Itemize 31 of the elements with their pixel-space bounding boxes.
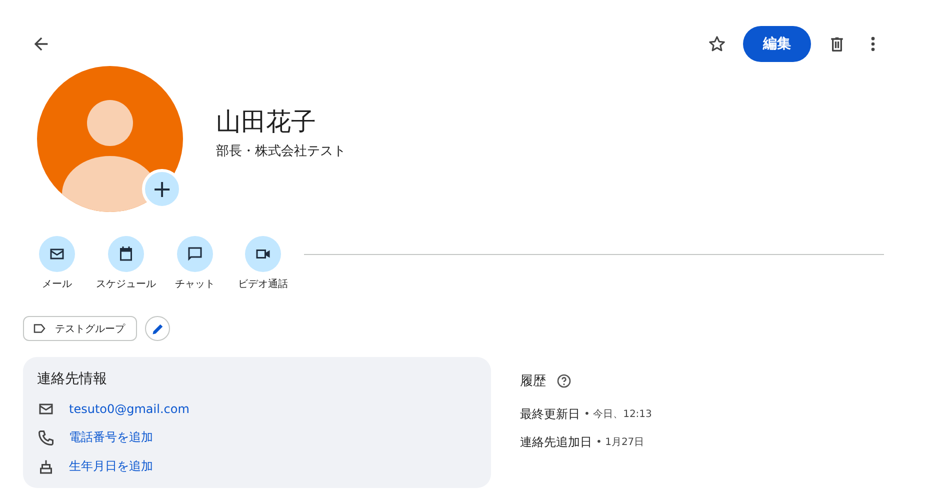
- cake-icon: [37, 458, 55, 476]
- history-title: 履歴: [520, 373, 546, 390]
- edit-button[interactable]: 編集: [743, 26, 811, 62]
- action-label: チャット: [175, 278, 215, 291]
- label-icon: [32, 321, 47, 336]
- history-label: 連絡先追加日: [520, 434, 592, 450]
- label-chip[interactable]: テストグループ: [23, 316, 137, 341]
- mail-action-button[interactable]: [39, 236, 75, 272]
- contact-link[interactable]: tesuto0@gmail.com: [69, 402, 190, 416]
- action-label: スケジュール: [96, 278, 156, 291]
- pencil-icon: [150, 322, 164, 336]
- action-label: ビデオ通話: [238, 278, 288, 291]
- contact-link[interactable]: 生年月日を追加: [69, 458, 153, 475]
- add-photo-button[interactable]: +: [142, 169, 182, 209]
- contact-name: 山田花子: [216, 106, 317, 138]
- video-action-button[interactable]: [245, 236, 281, 272]
- help-icon[interactable]: [556, 373, 572, 389]
- calendar-action-button[interactable]: [108, 236, 144, 272]
- history-label: 最終更新日: [520, 406, 580, 422]
- star-icon[interactable]: [707, 34, 727, 54]
- history-value: • 今日、12:13: [584, 408, 652, 421]
- action-label: メール: [42, 278, 72, 291]
- phone-icon: [37, 428, 55, 446]
- contact-subtitle: 部長・株式会社テスト: [216, 143, 346, 160]
- calendar-icon: [117, 245, 135, 263]
- chat-action-button[interactable]: [177, 236, 213, 272]
- history-value: • 1月27日: [596, 436, 644, 449]
- edit-labels-button[interactable]: [145, 316, 170, 341]
- chat-icon: [186, 245, 204, 263]
- card-title: 連絡先情報: [37, 370, 108, 388]
- contact-link[interactable]: 電話番号を追加: [69, 429, 153, 446]
